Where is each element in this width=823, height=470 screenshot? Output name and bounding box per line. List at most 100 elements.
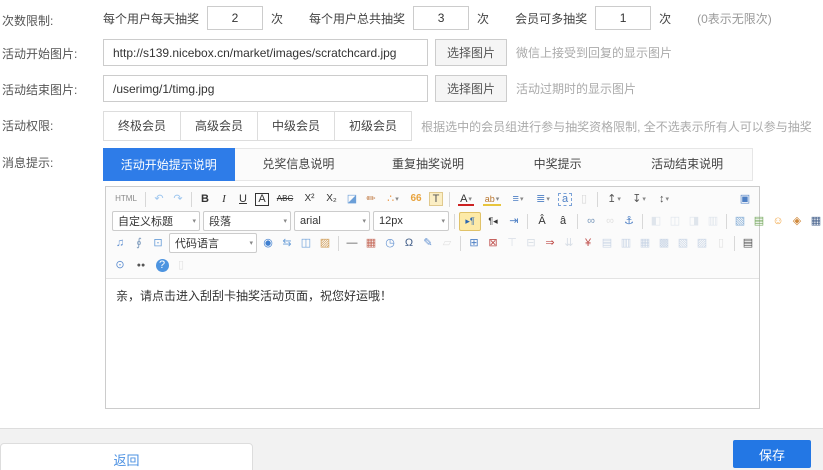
special-chars-icon[interactable]: Ω [400,234,418,253]
table-caption-icon-glyph: ⊤ [507,238,517,249]
insert-time-icon[interactable]: ◷ [381,234,399,253]
paste-plain-icon[interactable]: T [427,190,445,209]
code-language-select-value: 代码语言 [175,235,219,251]
redo-icon[interactable]: ↷ [169,190,187,209]
search-replace-icon[interactable]: ●● [130,256,152,275]
eraser-icon[interactable]: ◪ [343,190,361,209]
insert-anchor-icon[interactable]: ⚓ [620,212,638,231]
start-image-input[interactable] [103,39,428,66]
source-code-icon[interactable]: HTML [111,190,141,209]
chevron-down-icon: ▾ [642,196,646,203]
insert-iframe-icon[interactable]: ◫ [297,234,315,253]
limit-input-1[interactable] [413,6,469,30]
help-icon[interactable]: ? [153,256,171,275]
insert-date-icon[interactable]: ▦ [362,234,380,253]
strikethrough-icon-glyph: ABC [277,195,293,203]
direction-rtl-icon-glyph: ¶◂ [488,217,497,226]
attachment-icon-glyph: ∮ [136,238,142,249]
font-size-select[interactable]: 12px▾ [373,211,449,231]
message-tab-2[interactable]: 重复抽奖说明 [363,149,493,180]
back-button[interactable]: 返回 [0,443,253,470]
cell-align-middle-icon: ▥ [617,234,635,253]
message-tabs-label: 消息提示: [0,148,103,171]
insert-video-icon[interactable]: ▦ [807,212,823,231]
message-tab-1[interactable]: 兑奖信息说明 [234,149,364,180]
strikethrough-icon[interactable]: ABC [272,190,298,209]
font-size-select-value: 12px [379,215,403,227]
cell-align-top-icon-glyph: ▤ [602,238,612,249]
print-icon[interactable]: ▤ [739,234,757,253]
fullscreen-icon[interactable]: ▣ [736,190,754,209]
limits-fields: 每个用户每天抽奖次每个用户总共抽奖次会员可多抽奖次 [103,6,697,30]
font-border-icon[interactable]: A [253,190,271,209]
member-level-button-0[interactable]: 终极会员 [104,112,180,140]
message-tab-bar: 活动开始提示说明兑奖信息说明重复抽奖说明中奖提示活动结束说明 [103,148,753,181]
emotion-icon[interactable]: ☺ [769,212,787,231]
to-lowercase-icon[interactable]: â [553,212,573,231]
background-color-icon[interactable]: ▨ [316,234,334,253]
insert-table-icon[interactable]: ⊞ [465,234,483,253]
delete-table-icon[interactable]: ⊠ [484,234,502,253]
bold-icon[interactable]: B [196,190,214,209]
message-tab-4[interactable]: 活动结束说明 [622,149,752,180]
member-level-group: 终极会员高级会员中级会员初级会员 [103,111,412,141]
link-icon[interactable]: ∞ [582,212,600,231]
toolbar-separator [597,192,598,207]
format-painter-icon[interactable]: ✏ [362,190,380,209]
table-template-icon-glyph: ▨ [697,238,707,249]
member-level-button-1[interactable]: 高级会员 [180,112,257,140]
horizontal-rule-icon[interactable]: — [343,234,361,253]
image-manager-icon[interactable]: ▤ [750,212,768,231]
map-icon[interactable]: ⊡ [149,234,167,253]
insert-col-icon[interactable]: ⇒ [541,234,559,253]
message-tab-0[interactable]: 活动开始提示说明 [103,148,235,181]
unordered-list-icon[interactable]: ≣▾ [531,190,555,209]
end-image-hint: 活动过期时的显示图片 [516,80,636,97]
anchor-icon[interactable]: a [556,190,574,209]
split-cell-icon[interactable]: ¥ [579,234,597,253]
subscript-icon[interactable]: X₂ [321,190,342,209]
music-icon[interactable]: ♫ [111,234,129,253]
help-icon-glyph: ? [156,259,169,272]
highlight-color-icon[interactable]: ab▾ [479,190,505,209]
blockquote-icon[interactable]: 66 [406,190,426,209]
direction-rtl-icon[interactable]: ¶◂ [482,212,504,231]
member-level-button-3[interactable]: 初级会员 [334,112,411,140]
paragraph-select[interactable]: 段落▾ [203,211,291,231]
start-image-pick-button[interactable]: 选择图片 [435,39,507,66]
superscript-icon[interactable]: X² [299,190,320,209]
preview-icon[interactable]: ⊙ [111,256,129,275]
end-image-pick-button[interactable]: 选择图片 [435,75,507,102]
chevron-down-icon: ▾ [362,217,366,225]
indent-icon[interactable]: ⇥ [505,212,523,231]
attachment-icon[interactable]: ∮ [130,234,148,253]
undo-icon[interactable]: ↶ [150,190,168,209]
insert-image-icon[interactable]: ▧ [731,212,749,231]
to-uppercase-icon[interactable]: Â [532,212,552,231]
limit-input-2[interactable] [595,6,651,30]
font-color-icon[interactable]: A▾ [454,190,478,209]
custom-title-select[interactable]: 自定义标题▾ [112,211,200,231]
limit-input-0[interactable] [207,6,263,30]
insert-formula-icon[interactable]: ✎ [419,234,437,253]
table-template-icon: ▨ [693,234,711,253]
paragraph-spacing-top-icon[interactable]: ↥▾ [602,190,626,209]
font-family-select[interactable]: arial▾ [294,211,370,231]
page-break-icon[interactable]: ⇆ [278,234,296,253]
direction-ltr-icon[interactable]: ▸¶ [459,212,481,231]
underline-icon[interactable]: U [234,190,252,209]
scrawl-icon[interactable]: ◈ [788,212,806,231]
autotypeset-icon[interactable]: ∴▾ [381,190,405,209]
paragraph-spacing-bottom-icon[interactable]: ↧▾ [627,190,651,209]
editor-toolbar: HTML↶↷BIUAABCX²X₂◪✏∴▾66TA▾ab▾≡▾≣▾a▯↥▾↧▾↕… [106,187,759,279]
italic-icon[interactable]: I [215,190,233,209]
member-level-button-2[interactable]: 中级会员 [257,112,334,140]
end-image-input[interactable] [103,75,428,102]
editor-content[interactable]: 亲，请点击进入刮刮卡抽奖活动页面，祝您好运哦！ [106,279,759,408]
ordered-list-icon[interactable]: ≡▾ [506,190,530,209]
insert-code-icon[interactable]: ◉ [259,234,277,253]
save-button[interactable]: 保存 [733,440,811,468]
code-language-select[interactable]: 代码语言▾ [169,233,257,253]
line-height-icon[interactable]: ↕▾ [652,190,676,209]
message-tab-3[interactable]: 中奖提示 [493,149,623,180]
